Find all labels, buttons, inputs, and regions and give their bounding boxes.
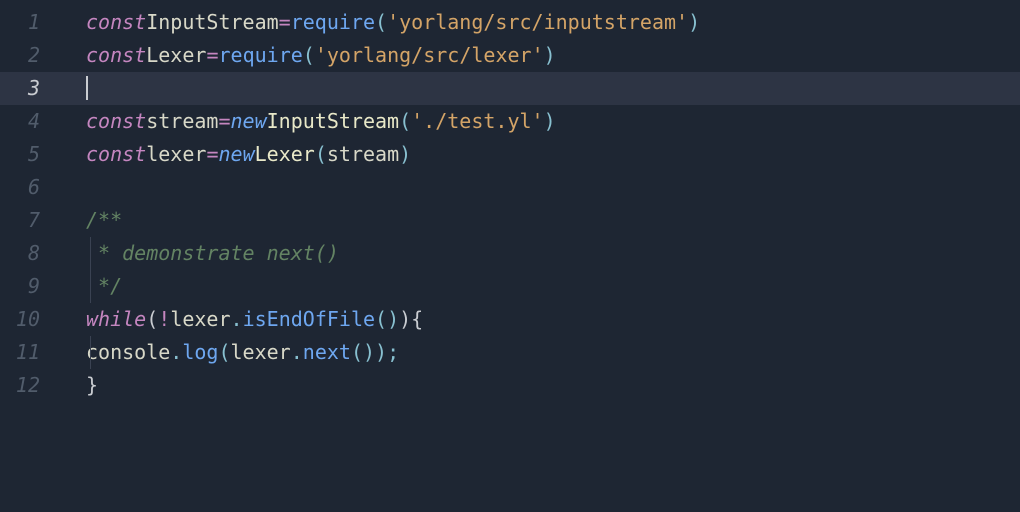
keyword: const — [86, 105, 146, 138]
keyword: while — [86, 303, 146, 336]
indent-guide — [90, 336, 91, 369]
code-line[interactable]: console.log(lexer.next()); — [60, 336, 1020, 369]
paren: ) — [544, 39, 556, 72]
variable: InputStream — [146, 6, 278, 39]
function: require — [218, 39, 302, 72]
method: isEndOfFile — [243, 303, 375, 336]
function: require — [291, 6, 375, 39]
paren: ( — [315, 138, 327, 171]
line-number: 9 — [0, 270, 40, 303]
code-line[interactable]: /** — [60, 204, 1020, 237]
brace: } — [86, 369, 98, 402]
string: 'yorlang/src/lexer' — [315, 39, 544, 72]
keyword: const — [86, 6, 146, 39]
paren: ) — [399, 303, 411, 336]
argument: stream — [327, 138, 399, 171]
line-number: 12 — [0, 369, 40, 402]
code-editor[interactable]: 1 2 3 4 5 6 7 8 9 10 11 12 const InputSt… — [0, 6, 1020, 512]
paren: ) — [387, 303, 399, 336]
keyword-new: new — [231, 105, 267, 138]
indent-guide — [90, 237, 91, 270]
brace: { — [411, 303, 423, 336]
operator: = — [279, 6, 291, 39]
string: 'yorlang/src/inputstream' — [387, 6, 688, 39]
semicolon: ; — [387, 336, 399, 369]
line-number: 7 — [0, 204, 40, 237]
code-line[interactable]: * demonstrate next() — [60, 237, 1020, 270]
line-gutter: 1 2 3 4 5 6 7 8 9 10 11 12 — [0, 6, 60, 512]
string: './test.yl' — [411, 105, 543, 138]
comment: /** — [86, 204, 122, 237]
operator: = — [206, 39, 218, 72]
line-number: 4 — [0, 105, 40, 138]
code-area[interactable]: const InputStream = require('yorlang/src… — [60, 6, 1020, 512]
keyword-new: new — [218, 138, 254, 171]
comment: */ — [86, 270, 122, 303]
paren: ( — [375, 6, 387, 39]
paren: ( — [351, 336, 363, 369]
line-number: 1 — [0, 6, 40, 39]
cursor — [86, 76, 88, 100]
paren: ) — [363, 336, 375, 369]
object: lexer — [170, 303, 230, 336]
line-number: 2 — [0, 39, 40, 72]
keyword: const — [86, 138, 146, 171]
code-line[interactable]: } — [60, 369, 1020, 402]
paren: ) — [375, 336, 387, 369]
paren: ( — [375, 303, 387, 336]
dot: . — [231, 303, 243, 336]
code-line[interactable]: const Lexer = require('yorlang/src/lexer… — [60, 39, 1020, 72]
paren: ( — [399, 105, 411, 138]
line-number: 8 — [0, 237, 40, 270]
method: log — [182, 336, 218, 369]
line-number: 10 — [0, 303, 40, 336]
line-number-active: 3 — [0, 72, 40, 105]
class-name: Lexer — [255, 138, 315, 171]
paren: ) — [544, 105, 556, 138]
code-line[interactable]: while (!lexer.isEndOfFile()) { — [60, 303, 1020, 336]
variable: stream — [146, 105, 218, 138]
method: next — [303, 336, 351, 369]
indent-guide — [90, 270, 91, 303]
paren: ( — [146, 303, 158, 336]
code-line[interactable]: const stream = new InputStream('./test.y… — [60, 105, 1020, 138]
keyword: const — [86, 39, 146, 72]
line-number: 11 — [0, 336, 40, 369]
object: lexer — [231, 336, 291, 369]
object: console — [86, 336, 170, 369]
code-line[interactable] — [60, 171, 1020, 204]
paren: ) — [399, 138, 411, 171]
code-line-active[interactable] — [60, 72, 1020, 105]
dot: . — [170, 336, 182, 369]
operator: = — [206, 138, 218, 171]
class-name: InputStream — [267, 105, 399, 138]
code-line[interactable]: const lexer = new Lexer(stream) — [60, 138, 1020, 171]
operator: = — [218, 105, 230, 138]
operator: ! — [158, 303, 170, 336]
variable: lexer — [146, 138, 206, 171]
code-line[interactable]: const InputStream = require('yorlang/src… — [60, 6, 1020, 39]
paren: ( — [218, 336, 230, 369]
line-number: 6 — [0, 171, 40, 204]
variable: Lexer — [146, 39, 206, 72]
dot: . — [291, 336, 303, 369]
paren: ) — [688, 6, 700, 39]
line-number: 5 — [0, 138, 40, 171]
comment: * demonstrate next() — [86, 237, 339, 270]
paren: ( — [303, 39, 315, 72]
code-line[interactable]: */ — [60, 270, 1020, 303]
